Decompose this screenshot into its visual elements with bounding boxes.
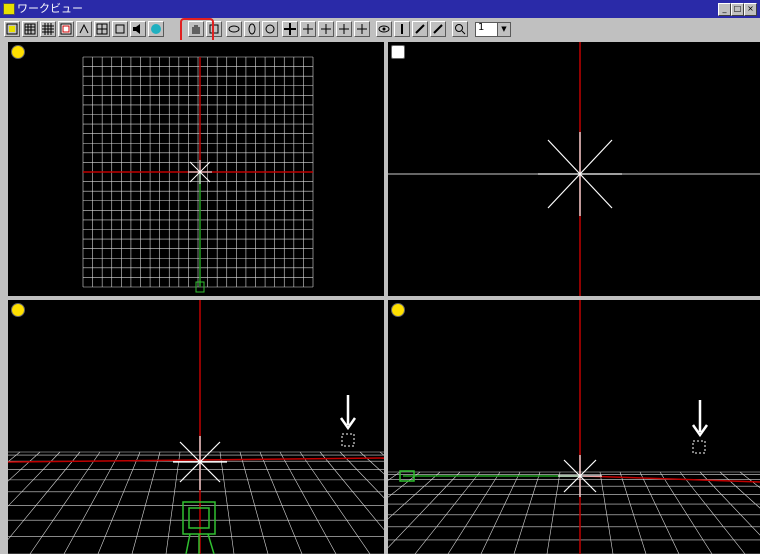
grid-line	[259, 451, 303, 554]
camera-view-scene	[388, 42, 760, 296]
grid-line	[8, 451, 61, 507]
window-title: ワークビュー	[17, 2, 83, 15]
work-view-button[interactable]	[4, 21, 20, 37]
move-button[interactable]	[282, 21, 298, 37]
grid-line	[447, 471, 501, 554]
grid-line	[414, 471, 481, 554]
grid-a-button[interactable]	[22, 21, 38, 37]
brush-a-button[interactable]	[412, 21, 428, 37]
grid-line	[8, 451, 21, 463]
yellow-camera-icon[interactable]	[11, 303, 25, 317]
grid-line	[388, 471, 461, 549]
top-view-scene	[82, 56, 314, 293]
grid-line	[599, 471, 614, 554]
chevron-down-icon[interactable]: ▼	[497, 23, 510, 36]
toolbar	[0, 18, 760, 41]
grid-line	[719, 471, 760, 509]
grid-line	[639, 471, 680, 554]
grid-line	[480, 471, 521, 554]
zoom-select[interactable]: 1 ▼	[475, 22, 511, 37]
grid-line	[8, 451, 81, 540]
brush-b-button[interactable]	[430, 21, 446, 37]
snap-button[interactable]	[76, 21, 92, 37]
zoom-tool-button[interactable]	[452, 21, 468, 37]
top-view[interactable]	[8, 42, 384, 296]
grid-line	[165, 451, 181, 554]
grid-line	[63, 451, 121, 554]
grid-line	[359, 451, 384, 475]
close-button[interactable]: ×	[744, 3, 757, 16]
grid-d-button[interactable]	[94, 21, 110, 37]
grid-line	[379, 451, 384, 456]
grid-line	[388, 471, 421, 498]
speaker-button[interactable]	[130, 21, 146, 37]
move-b-button[interactable]	[318, 21, 334, 37]
rotate-a-button[interactable]	[226, 21, 242, 37]
grid-line	[388, 471, 441, 520]
grid-line	[319, 451, 384, 531]
grid-line	[131, 451, 161, 554]
grid-line	[679, 471, 746, 554]
pin-button[interactable]	[394, 21, 410, 37]
yellow-camera-icon[interactable]	[11, 45, 25, 59]
grid-b-button[interactable]	[40, 21, 56, 37]
move-a-button[interactable]	[300, 21, 316, 37]
grid-line	[279, 451, 337, 554]
grid-e-button[interactable]	[112, 21, 128, 37]
rotate-c-button[interactable]	[262, 21, 278, 37]
grid-line	[739, 471, 760, 489]
minimize-button[interactable]: _	[718, 3, 731, 16]
grid-line	[699, 471, 760, 536]
grid-line	[29, 451, 101, 554]
app-icon	[3, 3, 15, 15]
eye-button[interactable]	[376, 21, 392, 37]
grid-line	[97, 451, 141, 554]
grid-line	[659, 471, 713, 554]
title-bar: ワークビュー _ □ ×	[0, 0, 760, 18]
yellow-camera-icon[interactable]	[391, 303, 405, 317]
move-d-button[interactable]	[354, 21, 370, 37]
camera-icon[interactable]	[391, 45, 405, 59]
grid-line	[8, 451, 41, 482]
grid-line	[546, 471, 561, 554]
perspective-view[interactable]	[388, 300, 760, 554]
move-c-button[interactable]	[336, 21, 352, 37]
grid-line	[619, 471, 647, 554]
grid-line	[299, 451, 371, 554]
sphere-button[interactable]	[148, 21, 164, 37]
camera-view[interactable]	[388, 42, 760, 296]
front-view[interactable]	[8, 300, 384, 554]
viewport-area	[0, 40, 760, 554]
grid-line	[239, 451, 269, 554]
perspective-view-scene	[388, 300, 760, 554]
grid-line	[219, 451, 235, 554]
zoom-value: 1	[478, 22, 485, 33]
grid-c-button[interactable]	[58, 21, 74, 37]
grid-line	[513, 471, 541, 554]
front-view-scene	[8, 300, 384, 554]
maximize-button[interactable]: □	[731, 3, 744, 16]
rotate-b-button[interactable]	[244, 21, 260, 37]
